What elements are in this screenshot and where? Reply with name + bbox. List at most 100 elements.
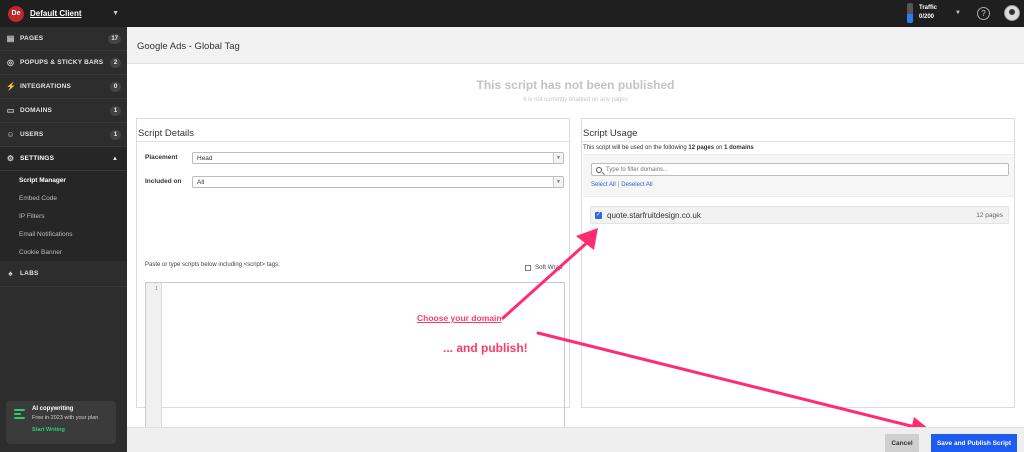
notice-heading: This script has not been published: [476, 78, 675, 92]
notice-subtext: It is not currently enabled on any pages: [523, 97, 628, 103]
script-usage-panel: Script Usage This script will be used on…: [581, 118, 1015, 408]
sidebar-item-label: PAGES: [20, 35, 44, 42]
help-icon[interactable]: ?: [977, 7, 990, 20]
sidebar-item-labs[interactable]: ♠ LABS: [0, 261, 127, 287]
sidebar-item-integrations[interactable]: ⚡ INTEGRATIONS 0: [0, 75, 127, 99]
count-badge: 1: [110, 105, 121, 116]
soft-wrap-checkbox[interactable]: [525, 264, 531, 271]
placement-label: Placement: [145, 154, 178, 161]
soft-wrap-label: Soft Wrap: [535, 264, 563, 271]
annotation-choose-domain: Choose your domain: [417, 313, 502, 323]
script-hint: Paste or type scripts below including <s…: [145, 262, 280, 268]
traffic-gauge-fill: [907, 14, 913, 23]
placement-select[interactable]: Head ▼: [192, 152, 564, 164]
plug-icon: ⚡: [6, 82, 16, 91]
domain-filter-area: Type to filter domains... Select All | Des…: [583, 154, 1014, 197]
line-number: 1: [154, 286, 158, 292]
users-icon: ☺: [6, 130, 15, 139]
link-separator: |: [617, 182, 620, 188]
count-badge: 17: [108, 33, 121, 44]
client-badge: De: [8, 5, 24, 22]
included-on-label: Included on: [145, 178, 182, 185]
client-name[interactable]: Default Client: [30, 9, 112, 18]
count-badge: 1: [110, 129, 121, 140]
sidebar-sub-ip-filters[interactable]: IP Filters: [0, 207, 127, 225]
page-title: Google Ads - Global Tag: [137, 41, 240, 52]
selection-links: Select All | Deselect All: [591, 182, 653, 188]
chevron-down-icon[interactable]: ▼: [955, 10, 961, 16]
usage-desc-text: This script will be used on the followin…: [583, 145, 689, 151]
filter-placeholder: Type to filter domains...: [606, 167, 669, 173]
sidebar-item-label: LABS: [20, 270, 39, 277]
script-editor[interactable]: 1: [145, 282, 565, 443]
chevron-up-icon: ▲: [112, 155, 118, 162]
client-switcher[interactable]: De Default Client ▼: [0, 0, 127, 27]
sidebar-sub-script-manager[interactable]: Script Manager: [0, 171, 127, 189]
domain-page-count: 12 pages: [976, 212, 1003, 219]
sidebar: De Default Client ▼ ▤ PAGES 17 ◎ POPUPS …: [0, 0, 127, 452]
sidebar-item-label: INTEGRATIONS: [20, 83, 72, 90]
ai-lines-icon: [14, 409, 25, 419]
sidebar-item-label: DOMAINS: [20, 107, 53, 114]
domain-name: quote.starfruitdesign.co.uk: [607, 211, 701, 220]
included-on-select[interactable]: All ▼: [192, 176, 564, 188]
cancel-button[interactable]: Cancel: [885, 434, 919, 452]
divider: [582, 141, 1014, 142]
usage-desc-text: on: [714, 145, 725, 151]
page-header: Google Ads - Global Tag: [127, 27, 1024, 64]
pages-icon: ▤: [6, 34, 15, 43]
usage-page-count: 12 pages: [688, 145, 715, 151]
chevron-down-icon: ▼: [553, 153, 563, 163]
sidebar-item-popups[interactable]: ◎ POPUPS & STICKY BARS 2: [0, 51, 127, 75]
start-writing-link[interactable]: Start Writing: [32, 427, 110, 433]
sidebar-sub-embed-code[interactable]: Embed Code: [0, 189, 127, 207]
count-badge: 2: [110, 57, 121, 68]
panel-title: Script Details: [138, 128, 194, 139]
sidebar-sub-email-notifications[interactable]: Email Notifications: [0, 225, 127, 243]
deselect-all-link[interactable]: Deselect All: [621, 182, 652, 188]
main-content: This script has not been published It is…: [127, 64, 1024, 443]
popups-icon: ◎: [7, 58, 14, 67]
traffic-label: Traffic: [919, 5, 938, 11]
usage-domain-count: 1 domains: [724, 145, 754, 151]
publish-notice: This script has not been published It is…: [127, 78, 1024, 103]
flask-icon: ♠: [8, 269, 13, 278]
gear-icon: ⚙: [6, 154, 15, 163]
action-bar: Cancel Save and Publish Script: [127, 427, 1024, 452]
placement-value: Head: [197, 155, 213, 162]
divider: [137, 141, 569, 142]
sidebar-sub-cookie-banner[interactable]: Cookie Banner: [0, 243, 127, 261]
sidebar-item-label: POPUPS & STICKY BARS: [20, 59, 104, 66]
domain-icon: ▭: [6, 106, 15, 115]
sidebar-item-domains[interactable]: ▭ DOMAINS 1: [0, 99, 127, 123]
avatar[interactable]: [1004, 5, 1020, 21]
chevron-down-icon: ▼: [553, 177, 563, 187]
soft-wrap-toggle[interactable]: Soft Wrap: [525, 264, 562, 271]
traffic-value: 0/200: [919, 14, 935, 20]
sidebar-item-users[interactable]: ☺ USERS 1: [0, 123, 127, 147]
annotation-publish: ... and publish!: [443, 341, 528, 355]
ai-promo-subtitle: Free in 2023 with your plan: [32, 415, 99, 421]
traffic-gauge: [907, 3, 913, 23]
save-and-publish-button[interactable]: Save and Publish Script: [931, 434, 1017, 452]
chevron-down-icon[interactable]: ▼: [112, 10, 119, 17]
traffic-meter[interactable]: Traffic 0/200 ▼: [907, 3, 961, 23]
count-badge: 0: [110, 81, 121, 92]
included-on-value: All: [197, 179, 205, 186]
line-number-gutter: 1: [146, 283, 162, 442]
usage-description: This script will be used on the followin…: [583, 145, 754, 151]
panel-title: Script Usage: [583, 128, 638, 139]
top-bar: Traffic 0/200 ▼ ?: [127, 0, 1024, 27]
sidebar-item-settings[interactable]: ⚙ SETTINGS ▲: [0, 147, 127, 171]
sidebar-item-label: USERS: [20, 131, 44, 138]
domain-filter-input[interactable]: Type to filter domains...: [591, 163, 1009, 176]
domain-checkbox[interactable]: ✓: [595, 212, 602, 219]
ai-promo-title: AI copywriting: [32, 406, 74, 412]
sidebar-item-label: SETTINGS: [20, 155, 55, 162]
search-icon: [596, 167, 602, 173]
domain-row[interactable]: ✓ quote.starfruitdesign.co.uk 12 pages: [590, 206, 1009, 224]
select-all-link[interactable]: Select All: [591, 182, 616, 188]
script-details-panel: Script Details Placement Head ▼ Included…: [136, 118, 570, 443]
sidebar-item-pages[interactable]: ▤ PAGES 17: [0, 27, 127, 51]
ai-copywriting-promo: AI copywriting Free in 2023 with your pl…: [6, 401, 116, 444]
